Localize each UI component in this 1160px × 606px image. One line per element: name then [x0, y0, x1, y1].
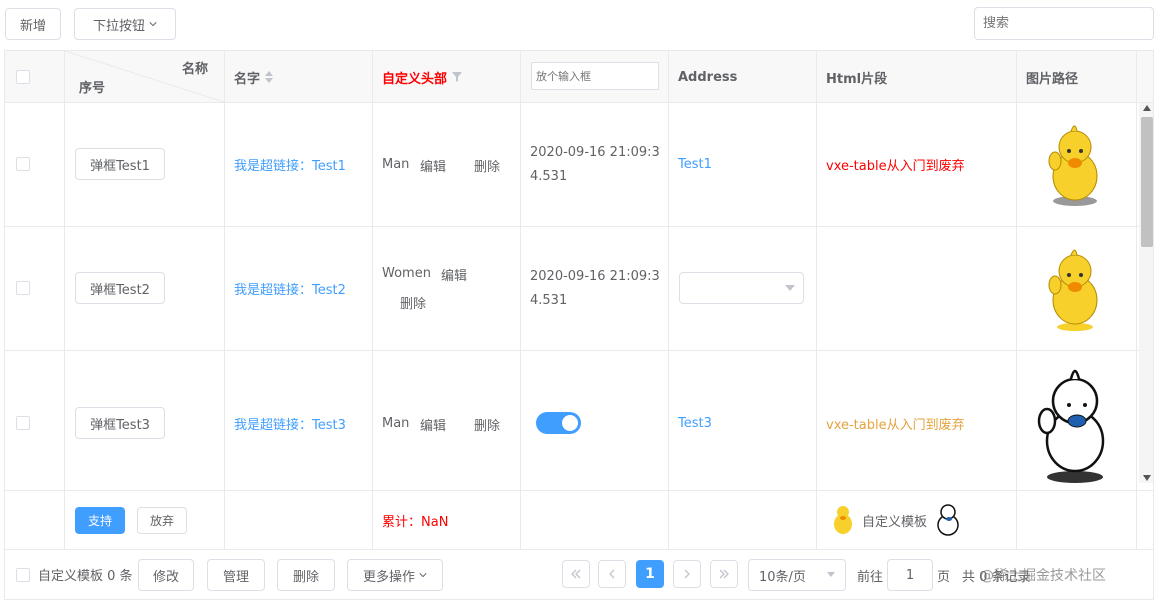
col-divider [816, 51, 817, 549]
row-checkbox[interactable] [16, 157, 30, 171]
date-line1: 2020-09-16 21:09:3 [530, 144, 660, 160]
name-column-label: 名字 [234, 71, 261, 87]
goto-suffix: 页 [937, 569, 951, 585]
dialog-button[interactable]: 弹框Test2 [75, 272, 165, 304]
gender-text: Man [382, 156, 410, 172]
template-count-text: 自定义模板 0 条 [38, 568, 133, 584]
sort-icon[interactable] [264, 70, 274, 84]
caret-down-icon [827, 572, 835, 577]
add-button[interactable]: 新增 [5, 8, 61, 40]
delete-link[interactable]: 删除 [474, 156, 500, 175]
row-divider [5, 226, 1153, 227]
row-divider [5, 350, 1153, 351]
mini-white-duck-icon [937, 504, 959, 536]
scroll-up-icon[interactable] [1143, 105, 1151, 111]
corner-header-index: 序号 [79, 80, 106, 96]
col-divider [224, 51, 225, 549]
data-table: 名称 序号 名字 自定义头部 Address Html片段 图片路径 弹框Tes… [4, 50, 1154, 550]
manage-button[interactable]: 管理 [207, 559, 265, 591]
row-link[interactable]: 我是超链接：Test3 [234, 414, 346, 433]
row-checkbox[interactable] [16, 416, 30, 430]
select-all-checkbox[interactable] [16, 70, 30, 84]
col-divider [372, 51, 373, 549]
duck-image [1048, 125, 1098, 206]
edit-link[interactable]: 编辑 [420, 415, 446, 434]
name-column-header[interactable]: 名字 [234, 67, 274, 87]
caret-down-icon [785, 285, 795, 291]
double-right-icon [719, 569, 729, 579]
address-select[interactable] [679, 272, 804, 304]
edit-link[interactable]: 编辑 [420, 156, 446, 175]
gender-text: Women [382, 265, 431, 281]
delete-button[interactable]: 删除 [277, 559, 335, 591]
custom-column-label: 自定义头部 [382, 71, 448, 87]
date-line2: 4.531 [530, 292, 568, 308]
header-input[interactable] [531, 62, 659, 90]
watermark: @稀土掘金技术社区 [980, 568, 1106, 584]
date-line1: 2020-09-16 21:09:3 [530, 268, 660, 284]
toggle-switch[interactable] [536, 412, 581, 434]
white-duck-image [1037, 369, 1105, 483]
row-divider [5, 490, 1153, 491]
page-size-value: 10条/页 [759, 569, 806, 585]
vertical-scrollbar[interactable] [1139, 103, 1153, 483]
col-divider [1136, 51, 1137, 549]
date-line2: 4.531 [530, 168, 568, 184]
goto-page-input[interactable]: 1 [887, 559, 933, 591]
page-size-select[interactable]: 10条/页 [748, 559, 846, 591]
custom-column-header[interactable]: 自定义头部 [382, 67, 463, 87]
html-column-header: Html片段 [826, 71, 888, 87]
more-actions-button[interactable]: 更多操作 [347, 559, 443, 591]
search-input[interactable] [974, 7, 1154, 40]
chevron-down-icon [149, 22, 157, 27]
col-divider [1016, 51, 1017, 549]
corner-header-name: 名称 [182, 61, 209, 77]
bottom-select-checkbox[interactable] [16, 568, 30, 582]
row-link[interactable]: 我是超链接：Test1 [234, 155, 346, 174]
col-divider [64, 51, 65, 549]
address-link[interactable]: Test1 [678, 155, 712, 173]
support-button[interactable]: 支持 [75, 507, 125, 534]
chevron-left-icon [609, 569, 615, 579]
col-divider [668, 51, 669, 549]
address-link[interactable]: Test3 [678, 414, 712, 432]
row-checkbox[interactable] [16, 281, 30, 295]
row-link[interactable]: 我是超链接：Test2 [234, 279, 346, 298]
html-snippet: vxe-table从入门到废弃 [826, 417, 965, 433]
html-snippet: vxe-table从入门到废弃 [826, 158, 965, 174]
dialog-button[interactable]: 弹框Test1 [75, 148, 165, 180]
address-column-header: Address [678, 69, 738, 85]
next-page-button[interactable] [673, 560, 701, 588]
dropdown-button-label: 下拉按钮 [92, 18, 145, 34]
more-actions-label: 更多操作 [362, 569, 415, 585]
image-column-header: 图片路径 [1026, 71, 1079, 87]
row-divider [5, 102, 1153, 103]
chevron-down-icon [419, 573, 427, 578]
mini-duck-icon [834, 506, 852, 534]
abandon-button[interactable]: 放弃 [137, 507, 187, 534]
duck-image [1048, 249, 1098, 331]
edit-link[interactable]: 编辑 [441, 265, 467, 284]
toggle-knob [562, 415, 578, 431]
prev-page-button[interactable] [598, 560, 626, 588]
sum-text: 累计：NaN [382, 514, 449, 530]
modify-button[interactable]: 修改 [138, 559, 194, 591]
first-page-button[interactable] [562, 560, 590, 588]
double-left-icon [571, 569, 581, 579]
delete-link[interactable]: 删除 [474, 415, 500, 434]
last-page-button[interactable] [710, 560, 738, 588]
chevron-right-icon [684, 569, 690, 579]
delete-link[interactable]: 删除 [400, 293, 426, 312]
filter-icon[interactable] [451, 71, 463, 83]
custom-template-text: 自定义模板 [862, 514, 928, 530]
scrollbar-thumb[interactable] [1141, 117, 1153, 247]
col-divider [520, 51, 521, 549]
dialog-button[interactable]: 弹框Test3 [75, 407, 165, 439]
current-page-button[interactable]: 1 [636, 560, 664, 588]
gender-text: Man [382, 415, 410, 431]
dropdown-button[interactable]: 下拉按钮 [74, 8, 176, 40]
goto-prefix: 前往 [857, 569, 884, 585]
scroll-down-icon[interactable] [1143, 475, 1151, 481]
